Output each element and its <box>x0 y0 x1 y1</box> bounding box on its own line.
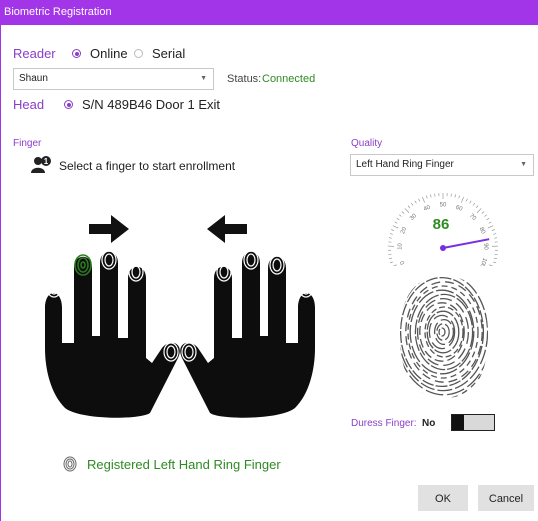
gauge-scale-label: 20 <box>400 226 408 235</box>
fingerprint-scan-image <box>400 276 488 398</box>
serial-radio-dot <box>134 49 143 58</box>
gauge-scale-label: 70 <box>468 213 477 222</box>
gauge-scale-label: 90 <box>482 243 488 251</box>
head-label: Head <box>13 97 45 112</box>
gauge-tick <box>491 229 495 231</box>
duress-value: No <box>422 418 436 429</box>
gauge-tick <box>389 233 393 235</box>
reader-serial-radio[interactable]: Serial <box>133 44 203 62</box>
gauge-tick <box>487 225 494 229</box>
gauge-tick <box>472 202 475 206</box>
fingerprint-ridge <box>407 285 479 379</box>
gauge-tick <box>481 211 485 214</box>
cancel-button[interactable]: Cancel <box>478 485 534 511</box>
left-hand <box>45 250 180 418</box>
gauge-tick <box>388 257 393 259</box>
status-value: Connected <box>262 73 316 85</box>
gauge-scale-label: 0 <box>400 259 407 265</box>
gauge-scale-label: 10 <box>397 242 403 250</box>
user-select-value: Shaun <box>19 73 48 84</box>
gauge-tick <box>486 217 490 221</box>
gauge-tick <box>488 264 494 266</box>
arrow-left-icon <box>207 215 247 243</box>
duress-label: Duress Finger: <box>351 418 417 429</box>
ok-button[interactable]: OK <box>418 485 468 511</box>
finger-select-value: Left Hand Ring Finger <box>356 159 454 170</box>
hands-illustration <box>45 250 315 418</box>
gauge-tick <box>493 257 498 259</box>
serial-radio-label: Serial <box>152 46 186 61</box>
head-radio-dot <box>64 100 73 109</box>
gauge-tick <box>422 196 425 203</box>
gauge-tick <box>388 237 392 239</box>
gauge-tick <box>469 200 472 204</box>
gauge-tick <box>394 221 398 224</box>
online-radio-label: Online <box>90 46 128 61</box>
gauge-tick <box>475 205 479 209</box>
gauge-tick <box>426 195 428 199</box>
finger-section-label: Finger <box>13 138 42 149</box>
gauge-tick <box>454 194 456 198</box>
gauge-scale-label: 50 <box>440 203 447 209</box>
online-radio-dot <box>72 49 81 58</box>
fingerprint-ridge <box>438 327 446 337</box>
quality-gauge: 010203040 50 60708090100 86 <box>388 193 498 266</box>
gauge-hub <box>440 245 446 251</box>
duress-toggle[interactable] <box>451 414 495 431</box>
duress-toggle-thumb <box>452 415 464 430</box>
gauge-tick <box>494 237 498 239</box>
right-hand <box>180 250 315 418</box>
gauge-tick <box>396 217 400 221</box>
finger-select[interactable]: Left Hand Ring Finger ▼ <box>350 154 534 176</box>
gauge-tick <box>418 198 421 202</box>
gauge-scale-label: 30 <box>409 213 418 222</box>
user-select[interactable]: Shaun ▼ <box>13 68 214 90</box>
fingerprint-icon <box>63 456 77 472</box>
quality-value: 86 <box>433 216 450 233</box>
quality-section-label: Quality <box>351 138 383 149</box>
gauge-tick <box>414 200 417 204</box>
window-title: Biometric Registration <box>0 0 538 25</box>
reader-label: Reader <box>13 46 56 61</box>
gauge-scale-label: 60 <box>455 205 464 213</box>
gauge-scale-label: 80 <box>478 226 486 235</box>
registered-finger-text: Registered Left Hand Ring Finger <box>87 457 281 472</box>
gauge-scale-label: 100 <box>478 257 487 266</box>
gauge-tick <box>484 214 487 217</box>
gauge-tick <box>391 229 395 231</box>
window-left-border <box>0 25 1 521</box>
gauge-tick <box>392 264 398 266</box>
gauge-needle <box>442 238 490 249</box>
fingerprint-ridge <box>424 306 464 358</box>
status-label: Status: <box>227 73 262 85</box>
gauge-tick <box>476 208 482 213</box>
gauge-tick <box>404 208 410 213</box>
gauge-tick <box>458 195 460 199</box>
gauge-tick <box>411 202 414 206</box>
gauge-tick <box>392 225 399 229</box>
head-radio[interactable]: S/N 489B46 Door 1 Exit <box>63 95 233 113</box>
gauge-tick <box>430 194 432 198</box>
chevron-down-icon: ▼ <box>200 75 207 82</box>
svg-text:1: 1 <box>44 157 49 166</box>
chevron-down-icon: ▼ <box>520 161 527 168</box>
gauge-tick <box>389 261 393 264</box>
gauge-tick <box>493 261 497 264</box>
gauge-tick <box>488 221 492 224</box>
arrow-right-icon <box>89 215 129 243</box>
gauge-tick <box>401 211 405 214</box>
gauge-tick <box>399 214 402 217</box>
enroll-instruction: Select a finger to start enrollment <box>59 159 236 173</box>
gauge-tick <box>407 205 411 209</box>
gauge-scale-label: 40 <box>423 204 432 212</box>
gauge-tick <box>465 198 468 202</box>
user-enroll-icon: 1 <box>31 156 51 173</box>
gauge-tick <box>493 233 497 235</box>
fingerprint-ridge <box>433 318 455 346</box>
head-value: S/N 489B46 Door 1 Exit <box>82 97 221 112</box>
gauge-tick <box>461 196 464 203</box>
